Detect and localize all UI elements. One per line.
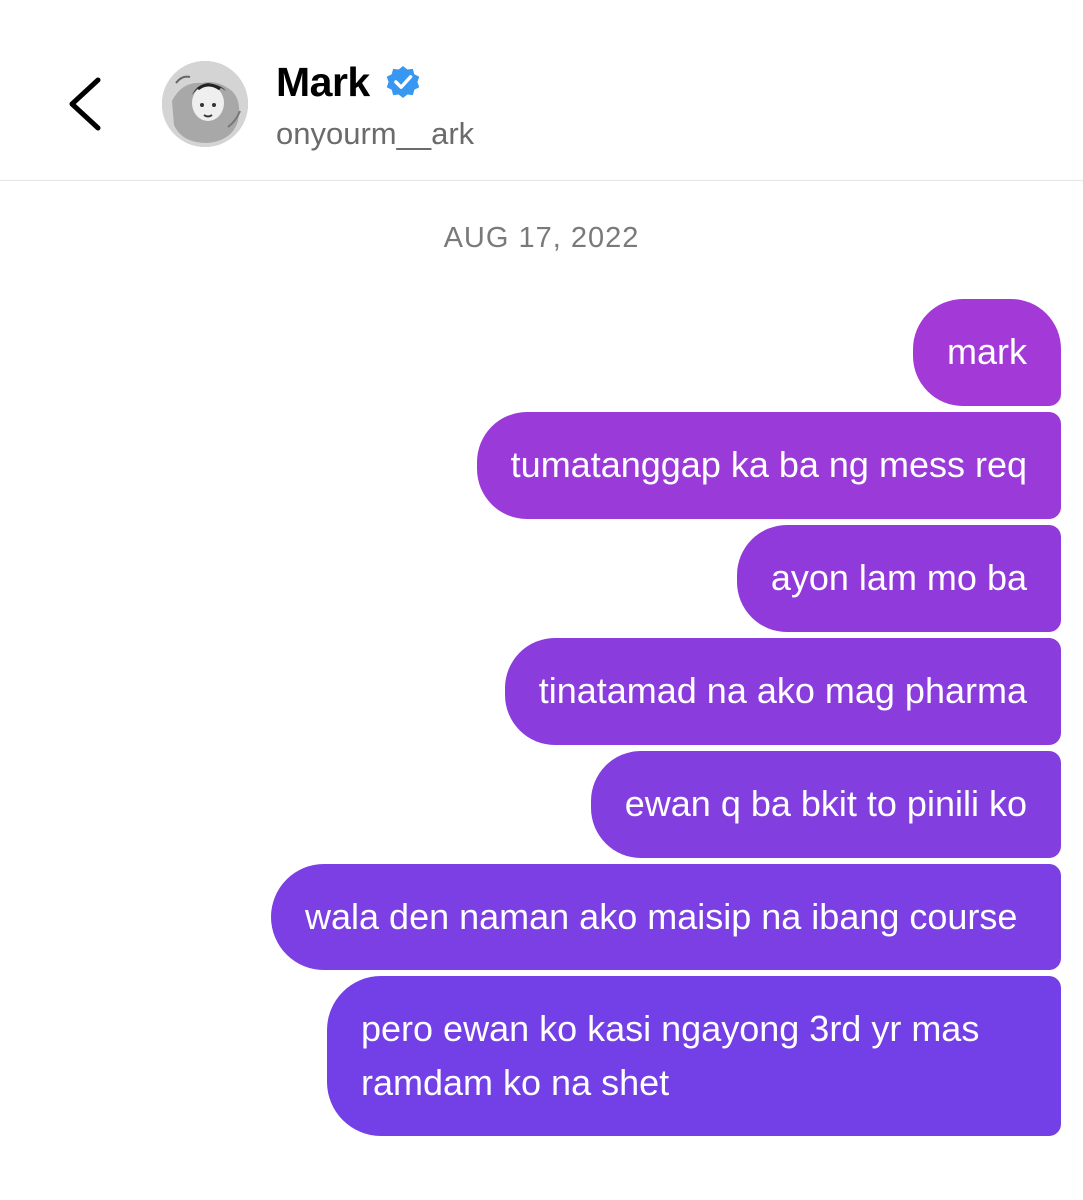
message-bubble[interactable]: pero ewan ko kasi ngayong 3rd yr mas ram… [327,976,1061,1136]
contact-name-row[interactable]: Mark [276,58,422,106]
verified-badge-icon [386,65,419,99]
message-bubble[interactable]: tinatamad na ako mag pharma [504,638,1061,745]
message-thread: mark tumatanggap ka ba ng mess req ayon … [21,299,1061,1136]
chat-header: Mark onyourm__ark [0,0,1083,181]
message-bubble[interactable]: ayon lam mo ba [736,525,1061,632]
message-bubble[interactable]: mark [913,299,1061,406]
chevron-left-icon [69,77,101,131]
avatar-image [162,61,248,147]
thread-date: AUG 17, 2022 [443,222,640,254]
back-button[interactable] [58,72,114,136]
message-bubble[interactable]: wala den naman ako maisip na ibang cours… [271,864,1061,970]
message-bubble[interactable]: ewan q ba bkit to pinili ko [590,751,1061,858]
contact-username[interactable]: onyourm__ark [276,114,474,154]
contact-name: Mark [276,59,370,105]
message-bubble[interactable]: tumatanggap ka ba ng mess req [476,412,1061,519]
avatar[interactable] [162,61,248,147]
